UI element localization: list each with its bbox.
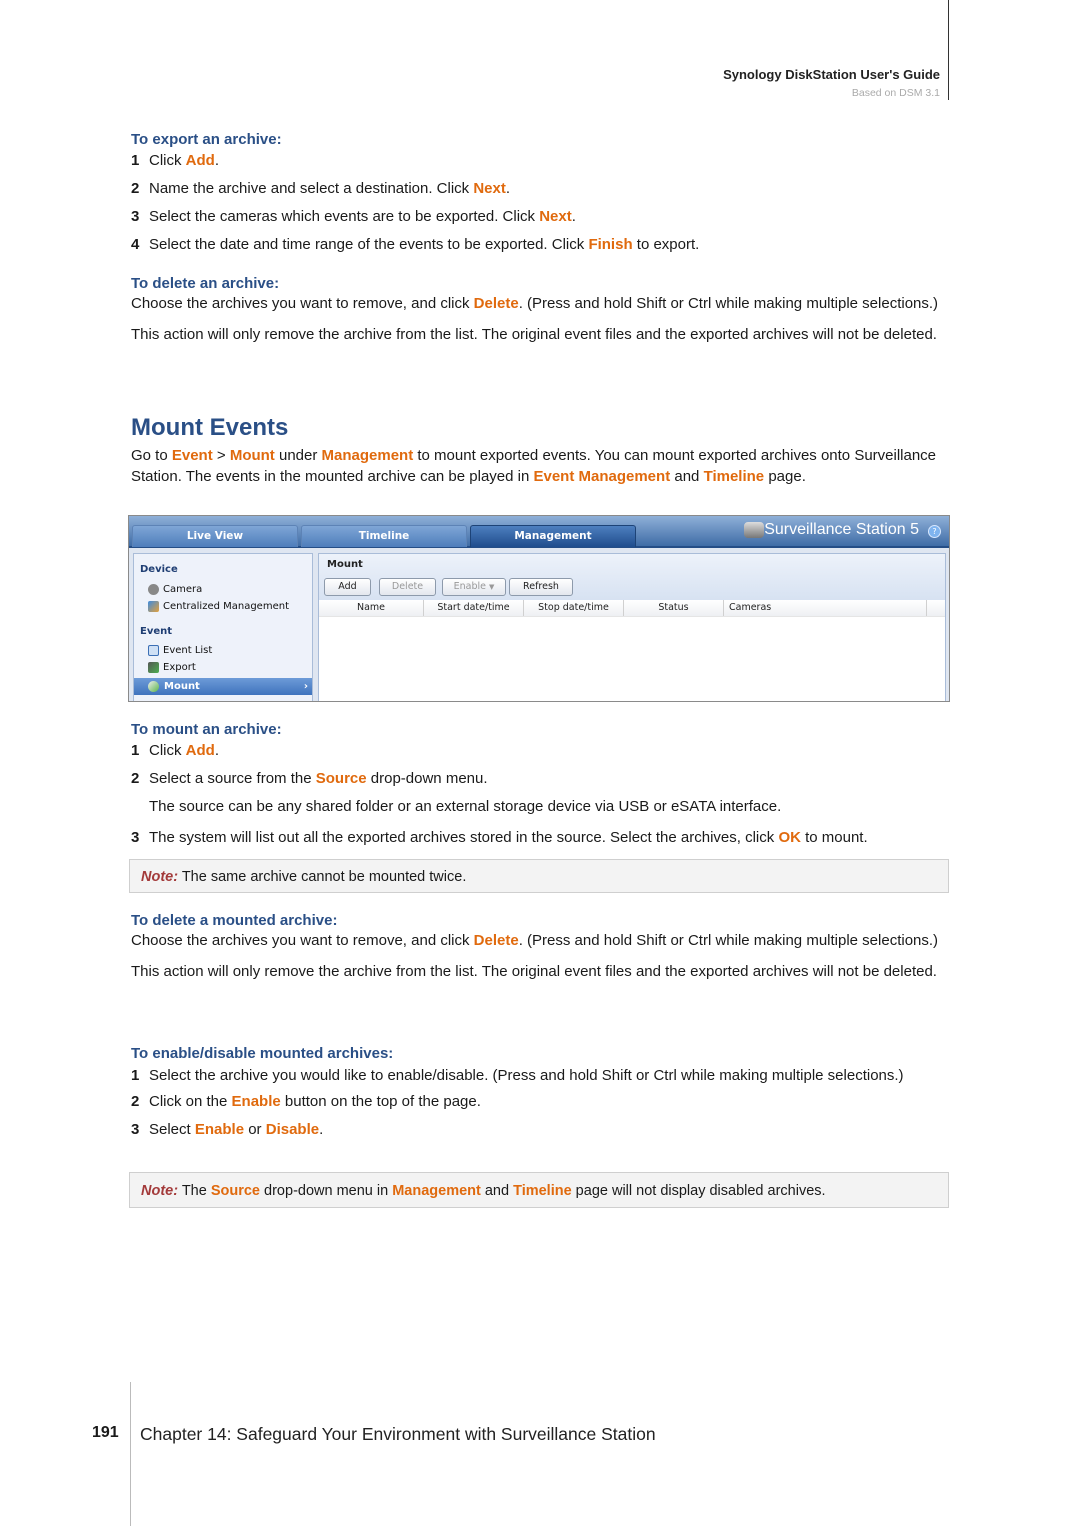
- enable-disable-section: To enable/disable mounted archives: 1 Sel…: [131, 1045, 951, 1140]
- delete-mounted-heading: To delete a mounted archive:: [131, 912, 338, 929]
- delete-mounted-paragraph: Choose the archives you want to remove, …: [131, 932, 939, 949]
- centralized-management-icon: [148, 601, 159, 612]
- delete-note-paragraph: This action will only remove the archive…: [131, 326, 937, 343]
- note-box: Note: The Source drop-down menu in Manag…: [129, 1172, 949, 1208]
- mount-step-detail: The source can be any shared folder or a…: [149, 798, 782, 815]
- sidebar-item-event-list[interactable]: Event List: [148, 645, 212, 656]
- export-icon: [148, 662, 159, 673]
- header-rule: [948, 0, 949, 100]
- column-name[interactable]: Name: [319, 600, 424, 616]
- tab-management[interactable]: Management: [470, 525, 636, 547]
- delete-heading: To delete an archive:: [131, 275, 280, 292]
- enable-step: 2 Click on the Enable button on the top o…: [131, 1093, 481, 1110]
- ui-term: Next: [539, 208, 572, 225]
- dropdown-arrow-icon: ▼: [489, 583, 495, 591]
- enable-disable-heading: To enable/disable mounted archives:: [131, 1045, 394, 1062]
- sidebar: Device Camera Centralized Management Eve…: [133, 553, 313, 701]
- camera-icon: [148, 584, 159, 595]
- enable-dropdown-button[interactable]: Enable ▼: [442, 578, 506, 596]
- mount-heading: To mount an archive:: [131, 721, 282, 738]
- mount-archive-section: To mount an archive: 1 Click Add. 2 Select…: [131, 721, 951, 848]
- sidebar-section-event: Event: [140, 626, 173, 637]
- add-button[interactable]: Add: [324, 578, 371, 596]
- sidebar-item-centralized-management[interactable]: Centralized Management: [148, 601, 289, 612]
- surveillance-station-screenshot: Live View Timeline Management Surveillan…: [128, 515, 950, 702]
- ui-term: Next: [473, 180, 506, 197]
- ui-term: Add: [185, 152, 215, 169]
- export-step: 4 Select the date and time range of the e…: [131, 236, 700, 253]
- tab-live-view[interactable]: Live View: [132, 525, 298, 547]
- footer-rule: [130, 1382, 131, 1526]
- section-title: Mount Events: [131, 414, 289, 441]
- delete-mounted-note: This action will only remove the archive…: [131, 963, 937, 980]
- export-step: 2 Name the archive and select a destinati…: [131, 180, 511, 197]
- sidebar-item-mount[interactable]: Mount ›: [134, 678, 312, 695]
- camera-logo-icon: [744, 522, 764, 538]
- sidebar-section-device: Device: [140, 564, 178, 575]
- panel-title: Mount: [327, 559, 363, 570]
- export-step: 1 Click Add.: [131, 152, 220, 169]
- column-start-date[interactable]: Start date/time: [424, 600, 524, 616]
- mount-icon: [148, 681, 159, 692]
- ui-term: Finish: [588, 236, 633, 253]
- sidebar-item-camera[interactable]: Camera: [148, 584, 202, 595]
- table-header: Name Start date/time Stop date/time Stat…: [319, 600, 945, 617]
- export-archive-section: To export an archive: 1 Click Add. 2 Name …: [131, 131, 951, 255]
- sidebar-item-export[interactable]: Export: [148, 662, 196, 673]
- tab-timeline[interactable]: Timeline: [301, 525, 467, 547]
- event-list-icon: [148, 645, 159, 656]
- mount-intro: Go to Event > Mount under Management to …: [131, 447, 937, 485]
- app-brand: Surveillance Station 5: [764, 521, 919, 538]
- chapter-title: Chapter 14: Safeguard Your Environment w…: [140, 1424, 656, 1444]
- export-heading: To export an archive:: [131, 131, 282, 148]
- delete-mounted-section: To delete a mounted archive: Choose the …: [131, 912, 951, 982]
- column-stop-date[interactable]: Stop date/time: [524, 600, 624, 616]
- column-status[interactable]: Status: [624, 600, 724, 616]
- mount-step: 1 Click Add.: [131, 742, 220, 759]
- refresh-button[interactable]: Refresh: [509, 578, 573, 596]
- guide-title: Synology DiskStation User's Guide: [723, 67, 940, 82]
- column-cameras[interactable]: Cameras: [724, 600, 927, 616]
- note-box: Note: The same archive cannot be mounted…: [129, 859, 949, 893]
- mount-step: 2 Select a source from the Source drop-do…: [131, 770, 488, 787]
- panel-toolbar: Mount Add Delete Enable ▼ Refresh: [319, 554, 945, 600]
- enable-step: 3 Select Enable or Disable.: [131, 1121, 324, 1138]
- mount-panel: Mount Add Delete Enable ▼ Refresh Name S…: [318, 553, 946, 701]
- help-icon[interactable]: ?: [928, 525, 941, 538]
- delete-button[interactable]: Delete: [379, 578, 436, 596]
- delete-archive-section: To delete an archive: Choose the archive…: [131, 275, 951, 345]
- guide-version: Based on DSM 3.1: [851, 87, 940, 99]
- chevron-right-icon: ›: [303, 681, 308, 692]
- page-number: 191: [92, 1424, 119, 1441]
- enable-step: 1 Select the archive you would like to en…: [131, 1067, 904, 1084]
- export-step: 3 Select the cameras which events are to …: [131, 208, 576, 225]
- mount-events-section: Mount Events Go to Event > Mount under M…: [131, 414, 951, 487]
- top-nav-bar: Live View Timeline Management Surveillan…: [129, 516, 949, 548]
- mount-step: 3 The system will list out all the export…: [131, 829, 868, 846]
- delete-paragraph: Choose the archives you want to remove, …: [131, 295, 939, 312]
